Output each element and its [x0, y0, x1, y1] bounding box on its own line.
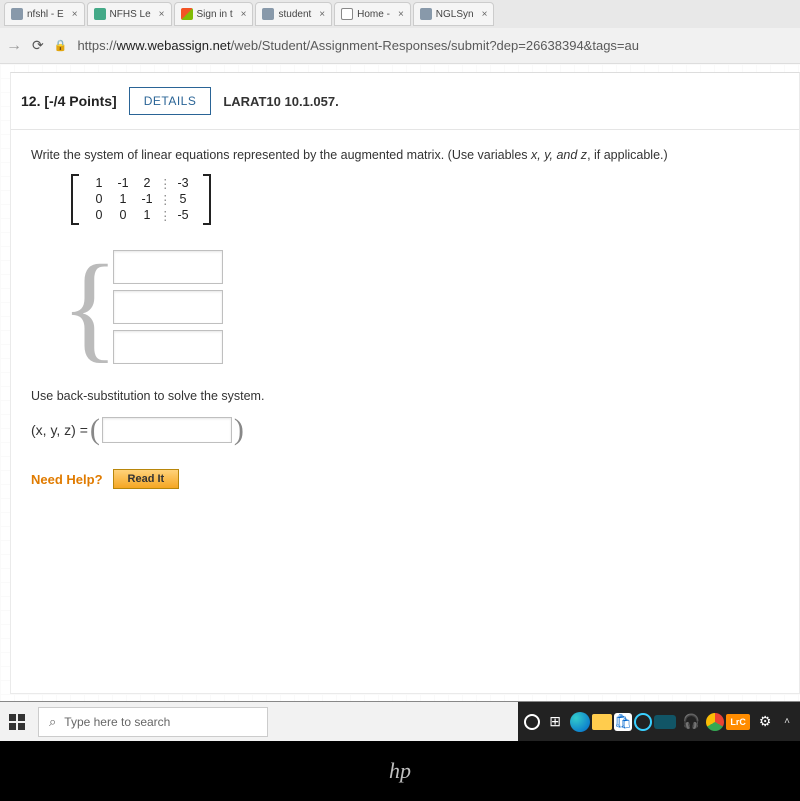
close-icon[interactable]: × — [72, 9, 78, 20]
matrix-cell: 0 — [87, 192, 111, 207]
question-header: 12. [-/4 Points] DETAILS LARAT10 10.1.05… — [11, 73, 799, 130]
matrix-cell: 0 — [111, 208, 135, 223]
task-view-icon[interactable]: ⊞ — [542, 709, 568, 735]
file-explorer-icon[interactable] — [592, 714, 612, 730]
curly-brace-icon: { — [61, 247, 119, 367]
close-icon[interactable]: × — [398, 9, 404, 20]
forward-arrow-icon[interactable]: → — [6, 37, 22, 55]
windows-taskbar: ⌕ Type here to search ⊞ 🛍 🎧 LrC ⚙ ˄ — [0, 701, 800, 741]
paren-left-icon: ( — [90, 413, 100, 447]
url-path: /web/Student/Assignment-Responses/submit… — [231, 38, 639, 53]
bracket-right-icon — [203, 174, 211, 225]
reload-icon[interactable]: ⟳ — [32, 37, 44, 54]
matrix-divider: ⋮ — [159, 192, 171, 207]
matrix-cell: 2 — [135, 176, 159, 191]
matrix-divider: ⋮ — [159, 176, 171, 191]
search-placeholder: Type here to search — [64, 715, 170, 729]
details-button[interactable]: DETAILS — [129, 87, 212, 115]
close-icon[interactable]: × — [482, 9, 488, 20]
lightroom-icon[interactable]: LrC — [726, 714, 750, 730]
matrix-grid: 1 -1 2 ⋮ -3 0 1 -1 ⋮ 5 0 0 1 ⋮ — [79, 174, 203, 225]
favicon-icon — [420, 8, 432, 20]
tab-title: NFHS Le — [110, 9, 151, 20]
equation-input-3[interactable] — [113, 330, 223, 364]
matrix-cell: -1 — [111, 176, 135, 191]
lock-icon[interactable]: 🔒 — [54, 39, 68, 52]
edge-icon[interactable] — [570, 712, 590, 732]
solution-tuple-input[interactable] — [102, 417, 232, 443]
tab-title: NGLSyn — [436, 9, 474, 20]
tab-title: Sign in t — [197, 9, 233, 20]
system-tray: ⊞ 🛍 🎧 LrC ⚙ ˄ — [518, 702, 800, 741]
favicon-icon — [341, 8, 353, 20]
book-reference: LARAT10 10.1.057. — [223, 94, 338, 109]
hp-logo-icon: hp — [389, 758, 411, 784]
start-button[interactable] — [0, 702, 34, 742]
question-prompt: Write the system of linear equations rep… — [31, 148, 779, 162]
matrix-cell: 1 — [87, 176, 111, 191]
tray-expand-icon[interactable]: ˄ — [780, 716, 794, 727]
search-icon: ⌕ — [49, 714, 56, 730]
matrix-cell: -1 — [135, 192, 159, 207]
tab-title: Home - — [357, 9, 390, 20]
question-number: 12. [-/4 Points] — [21, 93, 117, 109]
address-bar: → ⟳ 🔒 https://www.webassign.net/web/Stud… — [0, 28, 800, 64]
cortana-icon[interactable] — [524, 714, 540, 730]
matrix-cell: -3 — [171, 176, 195, 191]
browser-tab[interactable]: NGLSyn × — [413, 2, 495, 26]
equation-inputs — [113, 250, 223, 364]
url-display[interactable]: https://www.webassign.net/web/Student/As… — [77, 38, 639, 53]
bracket-left-icon — [71, 174, 79, 225]
matrix-divider: ⋮ — [159, 208, 171, 223]
browser-tab-strip: nfshl - E × NFHS Le × Sign in t × studen… — [0, 0, 800, 28]
mail-icon[interactable] — [654, 715, 676, 729]
browser-tab[interactable]: Home - × — [334, 2, 411, 26]
browser-tab[interactable]: Sign in t × — [174, 2, 254, 26]
settings-gear-icon[interactable]: ⚙ — [752, 709, 778, 735]
chrome-icon[interactable] — [706, 713, 724, 731]
tab-title: student — [278, 9, 311, 20]
laptop-bezel: hp — [0, 741, 800, 801]
page-viewport: 12. [-/4 Points] DETAILS LARAT10 10.1.05… — [0, 64, 800, 714]
favicon-icon — [262, 8, 274, 20]
headset-icon[interactable]: 🎧 — [678, 709, 704, 735]
matrix-cell: -5 — [171, 208, 195, 223]
url-domain: www.webassign.net — [116, 38, 230, 53]
tab-title: nfshl - E — [27, 9, 64, 20]
close-icon[interactable]: × — [319, 9, 325, 20]
question-card: 12. [-/4 Points] DETAILS LARAT10 10.1.05… — [10, 72, 800, 694]
matrix-cell: 1 — [135, 208, 159, 223]
need-help-label: Need Help? — [31, 472, 103, 487]
tuple-label: (x, y, z) = — [31, 422, 88, 438]
store-icon[interactable]: 🛍 — [614, 713, 632, 731]
read-it-button[interactable]: Read It — [113, 469, 180, 489]
solution-tuple-row: (x, y, z) = ( ) — [31, 413, 779, 447]
browser-tab[interactable]: nfshl - E × — [4, 2, 85, 26]
url-prefix: https:// — [77, 38, 116, 53]
equation-input-2[interactable] — [113, 290, 223, 324]
need-help-row: Need Help? Read It — [31, 469, 779, 489]
favicon-icon — [94, 8, 106, 20]
back-substitution-instruction: Use back-substitution to solve the syste… — [31, 389, 779, 403]
matrix-cell: 0 — [87, 208, 111, 223]
matrix-cell: 1 — [111, 192, 135, 207]
taskbar-search[interactable]: ⌕ Type here to search — [38, 707, 268, 737]
favicon-icon — [11, 8, 23, 20]
close-icon[interactable]: × — [159, 9, 165, 20]
question-body: Write the system of linear equations rep… — [11, 130, 799, 507]
augmented-matrix: 1 -1 2 ⋮ -3 0 1 -1 ⋮ 5 0 0 1 ⋮ — [71, 174, 211, 225]
equation-input-1[interactable] — [113, 250, 223, 284]
browser-tab[interactable]: NFHS Le × — [87, 2, 172, 26]
windows-logo-icon — [9, 714, 25, 730]
app-icon[interactable] — [634, 713, 652, 731]
close-icon[interactable]: × — [241, 9, 247, 20]
equation-system-group: { — [61, 247, 779, 367]
browser-tab[interactable]: student × — [255, 2, 332, 26]
paren-right-icon: ) — [234, 413, 244, 447]
favicon-icon — [181, 8, 193, 20]
matrix-cell: 5 — [171, 192, 195, 207]
